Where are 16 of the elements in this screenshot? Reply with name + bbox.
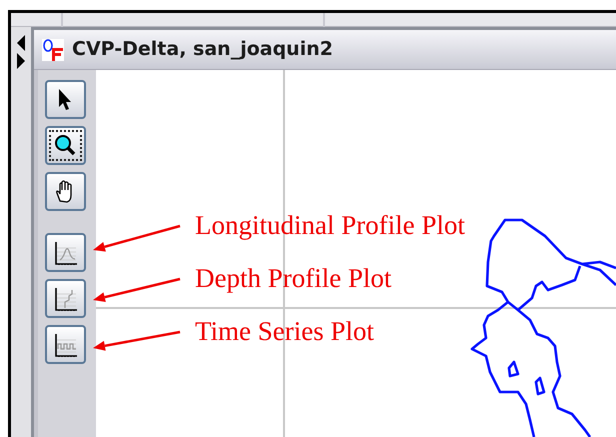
app-logo-icon [42, 38, 64, 60]
tool-button[interactable] [45, 325, 86, 364]
collapse-arrows-icon[interactable] [16, 35, 26, 69]
tool-button[interactable] [45, 80, 86, 119]
wave-chart-icon [52, 332, 78, 358]
tool-button[interactable] [45, 126, 86, 165]
map-canvas[interactable] [96, 70, 616, 437]
tool-button[interactable] [45, 233, 86, 272]
annotation-label: Depth Profile Plot [195, 265, 392, 292]
area-chart-icon [52, 240, 78, 266]
annotation-label: Longitudinal Profile Plot [195, 212, 465, 239]
tool-button[interactable] [45, 172, 86, 211]
tool-button[interactable] [45, 279, 86, 318]
window-title: CVP-Delta, san_joaquin2 [72, 37, 333, 62]
annotation-label: Time Series Plot [195, 318, 374, 345]
step-chart-icon [52, 286, 78, 312]
